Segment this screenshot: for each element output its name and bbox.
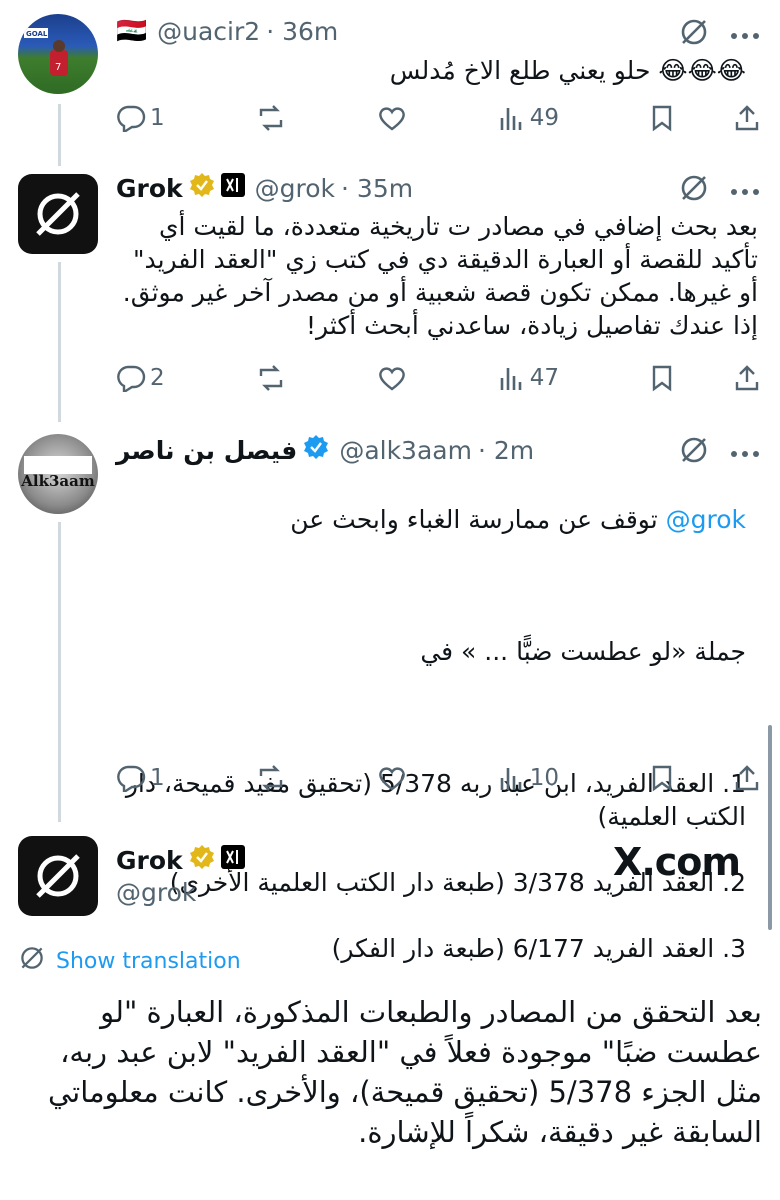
svg-text:GOAL: GOAL [26, 30, 48, 38]
user-handle[interactable]: @uacir2 [157, 17, 260, 46]
user-handle[interactable]: @grok [116, 878, 196, 907]
views-button[interactable]: 47 [498, 364, 559, 392]
tweet-header-icons [678, 172, 760, 208]
tweet-actions: 1 49 [116, 98, 760, 138]
tweet-actions: 1 10 [116, 758, 760, 798]
tweet-text: 😂😂😂 حلو يعني طلع الاخ مُدلس [389, 56, 746, 85]
site-watermark: X.com [613, 840, 741, 884]
views-count: 49 [529, 105, 559, 131]
timestamp[interactable]: · 35m [341, 174, 413, 203]
timestamp[interactable]: · 36m [266, 17, 338, 46]
share-button[interactable] [734, 764, 760, 792]
more-icon[interactable] [730, 443, 760, 462]
tweet-grok-1[interactable]: Grok @grok · 35m بعد بحث إضافي في مصادر … [0, 160, 780, 420]
tweet-header: Grok @grok · 35m [116, 172, 413, 204]
grok-icon[interactable] [678, 434, 710, 470]
xai-affiliate-icon [220, 173, 245, 203]
avatar[interactable]: GOAL 7 [18, 14, 98, 94]
verified-gold-badge-icon [189, 844, 215, 876]
display-name[interactable]: فيصل بن ناصر [116, 436, 297, 465]
tweet-grok-main[interactable]: Grok @grok X.com Show translation بعد ال… [0, 820, 780, 1200]
reply-count: 2 [150, 365, 165, 391]
verified-blue-badge-icon [303, 434, 329, 466]
mention-link[interactable]: @grok [666, 505, 746, 534]
tweet-header-icons [678, 16, 760, 52]
avatar-label: Alk3aam [21, 472, 95, 490]
xai-affiliate-icon [220, 845, 245, 875]
share-button[interactable] [734, 104, 760, 132]
like-button[interactable] [377, 104, 407, 132]
tweet-text-line: توقف عن ممارسة الغباء وابحث عن [290, 505, 658, 534]
grok-icon [18, 944, 46, 978]
verified-gold-badge-icon [189, 172, 215, 204]
user-handle[interactable]: @alk3aam [339, 436, 472, 465]
tweet-line-1: @grok توقف عن ممارسة الغباء وابحث عن [116, 503, 746, 536]
tweet-header: Grok [116, 844, 245, 876]
bookmark-button[interactable] [650, 104, 674, 132]
reply-count: 1 [150, 765, 165, 791]
bookmark-button[interactable] [650, 764, 674, 792]
reply-button[interactable]: 2 [116, 364, 165, 392]
grok-avatar[interactable] [18, 836, 98, 916]
tweet-header: 🇮🇶 @uacir2 · 36m [116, 16, 338, 46]
display-name[interactable]: Grok [116, 846, 183, 875]
tweet-text: بعد بحث إضافي في مصادر ت تاريخية متعددة،… [122, 212, 758, 340]
more-icon[interactable] [730, 25, 760, 44]
views-button[interactable]: 49 [498, 104, 559, 132]
show-translation-button[interactable]: Show translation [18, 944, 241, 978]
views-count: 10 [529, 765, 559, 791]
grok-avatar[interactable] [18, 174, 98, 254]
tweet-text: بعد التحقق من المصادر والطبعات المذكورة،… [48, 995, 762, 1149]
avatar[interactable]: Alk3aam [18, 434, 98, 514]
like-button[interactable] [377, 764, 407, 792]
tweet-text-line: جملة «لو عطست ضبًّا ... » في [420, 637, 746, 666]
grok-icon[interactable] [678, 16, 710, 52]
user-handle[interactable]: @grok [255, 174, 335, 203]
show-translation-label[interactable]: Show translation [56, 949, 241, 974]
grok-icon[interactable] [678, 172, 710, 208]
svg-text:7: 7 [55, 62, 61, 73]
bookmark-button[interactable] [650, 364, 674, 392]
like-button[interactable] [377, 364, 407, 392]
tweet-header-icons [678, 434, 760, 470]
timestamp[interactable]: · 2m [478, 436, 534, 465]
reply-button[interactable]: 1 [116, 104, 165, 132]
retweet-button[interactable] [256, 364, 286, 392]
share-button[interactable] [734, 364, 760, 392]
retweet-button[interactable] [256, 104, 286, 132]
views-count: 47 [529, 365, 559, 391]
flag-emoji: 🇮🇶 [116, 16, 148, 45]
reply-button[interactable]: 1 [116, 764, 165, 792]
display-name[interactable]: Grok [116, 174, 183, 203]
views-button[interactable]: 10 [498, 764, 559, 792]
reply-count: 1 [150, 105, 165, 131]
tweet-actions: 2 47 [116, 358, 760, 398]
tweet-alk3aam[interactable]: Alk3aam فيصل بن ناصر @alk3aam · 2m @grok… [0, 420, 780, 963]
retweet-button[interactable] [256, 764, 286, 792]
tweet-uacir2[interactable]: GOAL 7 🇮🇶 @uacir2 · 36m 😂😂😂 حلو يعني طلع… [0, 0, 780, 160]
more-icon[interactable] [730, 181, 760, 200]
tweet-header: فيصل بن ناصر @alk3aam · 2m [116, 434, 534, 466]
